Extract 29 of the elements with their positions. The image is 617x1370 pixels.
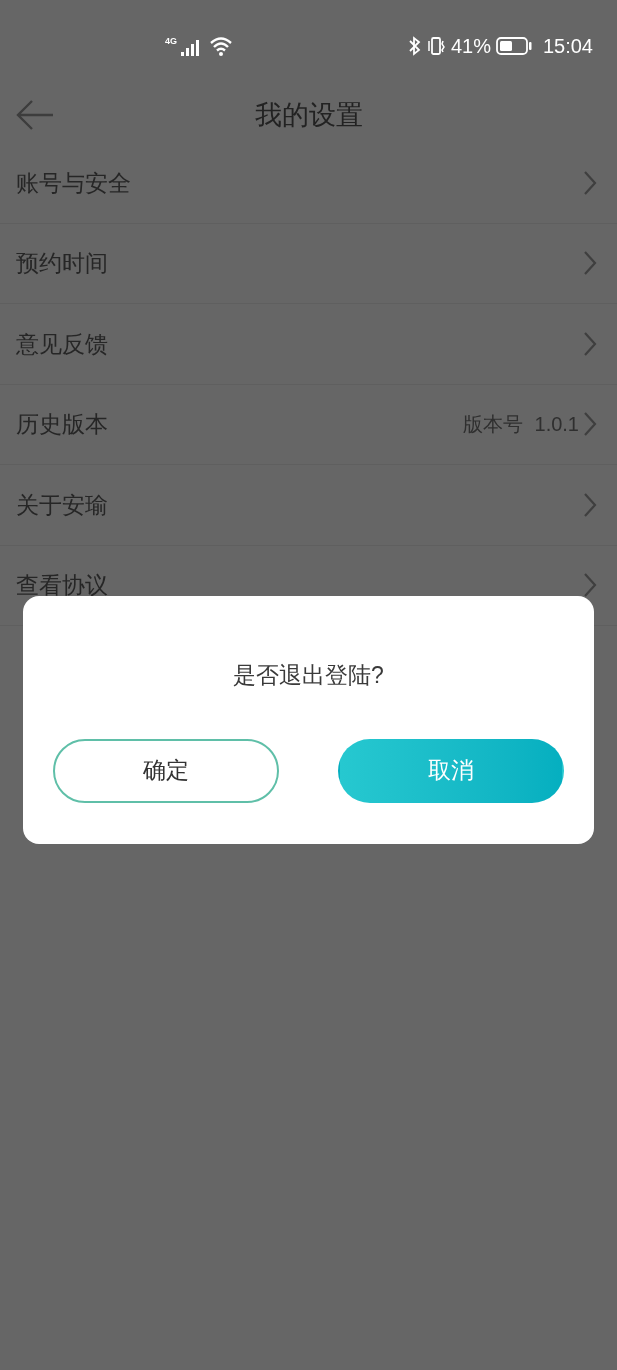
battery-icon (495, 37, 532, 55)
signal-icon (181, 40, 199, 56)
setting-label: 意见反馈 (16, 329, 108, 359)
setting-label: 关于安瑜 (16, 490, 108, 520)
wifi-icon (209, 36, 233, 56)
bluetooth-icon (408, 36, 421, 56)
battery-percentage: 41% (450, 34, 491, 59)
back-arrow-icon (16, 100, 54, 130)
settings-row[interactable]: 账号与安全 (0, 143, 617, 224)
network-type: 4G (165, 37, 177, 46)
dialog-message: 是否退出登陆? (233, 661, 384, 690)
vibrate-icon (425, 36, 446, 56)
confirm-button[interactable]: 确定 (53, 738, 279, 803)
settings-row[interactable]: 预约时间 (0, 223, 617, 304)
settings-row[interactable]: 意见反馈 (0, 304, 617, 385)
chevron-right-icon (583, 169, 597, 196)
chevron-right-icon (583, 491, 597, 518)
settings-row[interactable]: 关于安瑜 (0, 465, 617, 546)
chevron-right-icon (583, 330, 597, 357)
chevron-right-icon (583, 411, 597, 438)
setting-label: 查看协议 (16, 571, 108, 600)
setting-label: 预约时间 (16, 249, 108, 278)
cancel-button[interactable]: 取消 (338, 738, 564, 803)
clock-time: 15:04 (542, 34, 593, 59)
page-title: 我的设置 (254, 99, 363, 130)
setting-label: 账号与安全 (16, 168, 131, 198)
chevron-right-icon (583, 572, 597, 599)
chevron-right-icon (583, 250, 597, 277)
setting-label: 历史版本 (16, 410, 108, 439)
